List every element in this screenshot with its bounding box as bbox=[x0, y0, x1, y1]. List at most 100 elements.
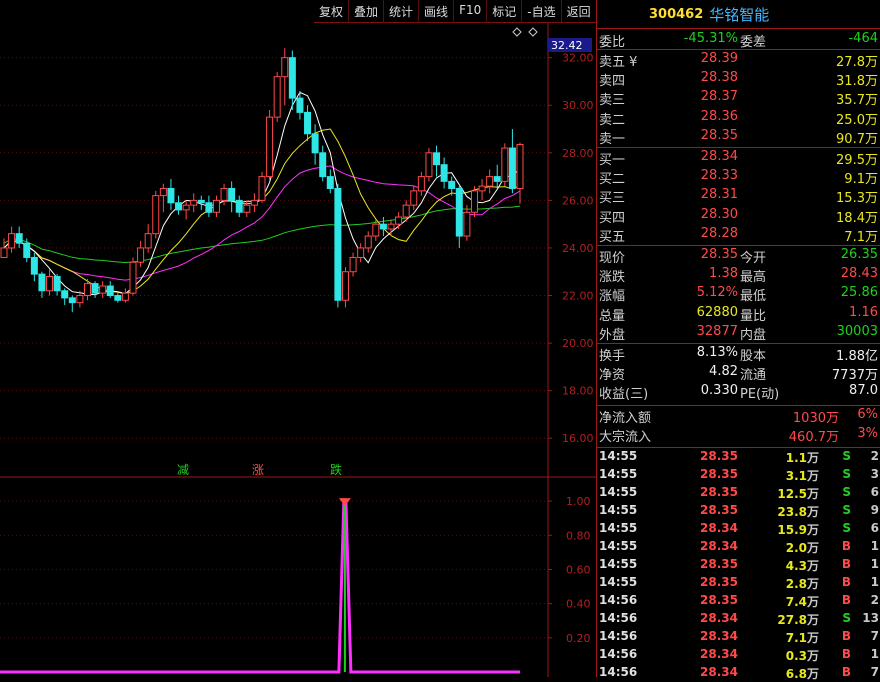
sell-level-4: 卖四 28.38 31.8万 bbox=[597, 69, 880, 90]
sell-volume: 90.7万 bbox=[836, 131, 878, 147]
candle-body bbox=[463, 211, 471, 237]
tick-row: 14:55 28.35 4.3万 B 1 bbox=[597, 556, 880, 574]
quote-value: 62880 bbox=[696, 304, 738, 320]
candle-body bbox=[440, 164, 448, 182]
unit-label: 万 bbox=[864, 172, 878, 188]
tick-count: 1 bbox=[870, 539, 879, 553]
commission-diff-label: 委差 bbox=[740, 35, 767, 50]
tick-time: 14:56 bbox=[599, 611, 638, 625]
quote-panel: 300462 华铭智能 委比 -45.31% 委差 -464 卖五 ¥ 28.39 27.8… bbox=[596, 0, 880, 681]
fundamental-row: 换手 8.13% 股本 1.88亿 bbox=[597, 344, 880, 364]
unit-label: 万 bbox=[806, 469, 819, 483]
sell-price: 28.35 bbox=[700, 127, 738, 143]
candle-body bbox=[91, 283, 99, 294]
sell-price: 28.38 bbox=[700, 70, 738, 86]
sell-label: 卖二 bbox=[599, 112, 626, 128]
buy-level-4: 买四 28.30 18.4万 bbox=[597, 206, 880, 226]
tick-volume: 12.5万 bbox=[777, 487, 819, 501]
price-tick-label: 18.00 bbox=[562, 385, 594, 398]
unit-label: 万 bbox=[806, 451, 819, 465]
buy-volume: 29.5万 bbox=[836, 153, 878, 168]
buy-price: 28.34 bbox=[700, 149, 738, 164]
tick-volume: 0.3万 bbox=[785, 649, 819, 663]
flow-percent: 3% bbox=[857, 425, 878, 441]
quote-value: 32877 bbox=[696, 323, 738, 339]
toolbar-button-fuquan[interactable]: 复权 bbox=[314, 0, 348, 22]
price-tick-label: 20.00 bbox=[562, 337, 594, 350]
sell-price: 28.36 bbox=[700, 108, 738, 124]
tick-row: 14:56 28.35 7.4万 B 2 bbox=[597, 592, 880, 610]
toolbar-button-overlay[interactable]: 叠加 bbox=[348, 0, 383, 22]
fundamental-label: PE(动) bbox=[740, 387, 780, 403]
capital-flow-row: 净流入额 1030万 6% bbox=[597, 406, 880, 426]
unit-label: 万 bbox=[806, 523, 819, 537]
price-tick-label: 32.00 bbox=[562, 52, 594, 65]
candle-body bbox=[478, 185, 486, 192]
tick-count: 6 bbox=[870, 521, 879, 535]
commission-row: 委比 -45.31% 委差 -464 bbox=[597, 30, 880, 50]
candle-body bbox=[508, 147, 516, 189]
tick-volume: 7.1万 bbox=[785, 631, 819, 645]
sell-level-1: 卖一 28.35 90.7万 bbox=[597, 127, 880, 147]
flow-label: 净流入额 bbox=[599, 410, 652, 426]
candle-body bbox=[175, 202, 183, 211]
tick-time: 14:55 bbox=[599, 521, 638, 535]
candle-body bbox=[38, 273, 46, 292]
candle-body bbox=[8, 233, 16, 249]
buy-price: 28.33 bbox=[700, 168, 738, 184]
candle-body bbox=[76, 295, 84, 304]
sell-level-2: 卖二 28.36 25.0万 bbox=[597, 108, 880, 128]
buy-volume: 7.1万 bbox=[844, 229, 878, 245]
signal-label: 跌 bbox=[330, 462, 342, 477]
toolbar-button-remove-watchlist[interactable]: -自选 bbox=[521, 0, 560, 22]
candle-body bbox=[53, 275, 61, 292]
candle-body bbox=[364, 235, 372, 249]
sell-label: 卖四 bbox=[599, 74, 626, 90]
sell-volume: 25.0万 bbox=[836, 112, 878, 128]
unit-label: 万 bbox=[806, 559, 819, 573]
price-tick-label: 28.00 bbox=[562, 147, 594, 160]
toolbar-button-draw-line[interactable]: 画线 bbox=[418, 0, 453, 22]
quote-label: 涨跌 bbox=[599, 270, 626, 286]
buy-volume: 15.3万 bbox=[836, 191, 878, 207]
candle-body bbox=[501, 147, 509, 182]
fundamental-label: 净资 bbox=[599, 368, 626, 384]
tick-time: 14:56 bbox=[599, 629, 638, 643]
candle-body bbox=[220, 187, 228, 201]
tick-price: 28.35 bbox=[700, 593, 738, 607]
candle-body bbox=[304, 111, 312, 135]
candle-body bbox=[455, 187, 463, 237]
buy-label: 买三 bbox=[599, 191, 626, 207]
toolbar-button-stats[interactable]: 统计 bbox=[383, 0, 418, 22]
tick-price: 28.34 bbox=[700, 521, 738, 535]
tick-volume: 4.3万 bbox=[785, 559, 819, 573]
kline-chart[interactable]: 32.00 30.00 28.00 26.00 24.00 22.00 20.00 18.00… bbox=[0, 0, 596, 677]
commission-diff: -464 bbox=[848, 31, 878, 46]
price-tick-label: 26.00 bbox=[562, 194, 594, 207]
toolbar-button-f10[interactable]: F10 bbox=[453, 0, 486, 22]
ma10-line bbox=[3, 128, 521, 295]
tick-direction: S bbox=[842, 485, 851, 499]
sell-volume: 31.8万 bbox=[836, 74, 878, 90]
candle-body bbox=[296, 97, 304, 113]
tick-count: 6 bbox=[870, 485, 879, 499]
diamond-icon bbox=[512, 27, 522, 37]
toolbar-button-mark[interactable]: 标记 bbox=[486, 0, 521, 22]
tick-volume: 15.9万 bbox=[777, 523, 819, 537]
tick-price: 28.35 bbox=[700, 485, 738, 499]
candle-body bbox=[235, 199, 243, 213]
buy-volume: 9.1万 bbox=[844, 172, 878, 188]
quote-value: 26.35 bbox=[840, 247, 878, 262]
unit-label: 万 bbox=[806, 595, 819, 609]
unit-label: 万 bbox=[806, 649, 819, 663]
candle-body bbox=[433, 152, 441, 166]
stock-name: 华铭智能 bbox=[709, 5, 770, 24]
fundamental-value: 0.330 bbox=[700, 383, 738, 399]
candle-body bbox=[402, 204, 410, 218]
fundamental-value: 8.13% bbox=[696, 345, 738, 360]
tick-row: 14:56 28.34 6.8万 B 7 bbox=[597, 664, 880, 682]
quote-value: 25.86 bbox=[840, 285, 878, 301]
toolbar-button-back[interactable]: 返回 bbox=[560, 0, 596, 22]
sell-volume: 35.7万 bbox=[836, 93, 878, 109]
diamond-icon bbox=[528, 27, 538, 37]
